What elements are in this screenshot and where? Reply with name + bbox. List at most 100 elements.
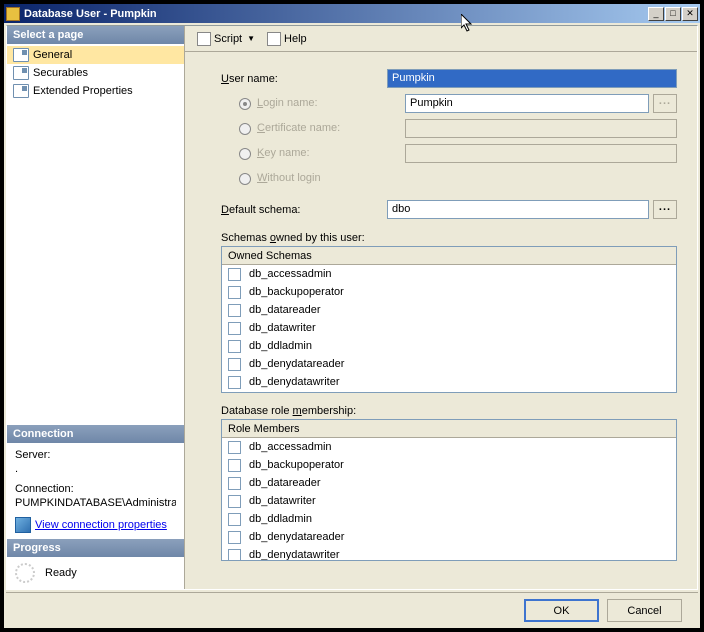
list-item-label: db_ddladmin xyxy=(249,513,312,525)
page-item-general[interactable]: General xyxy=(7,46,184,64)
checkbox[interactable] xyxy=(228,268,241,281)
key-radio xyxy=(239,148,251,160)
progress-header: Progress xyxy=(7,539,184,557)
checkbox[interactable] xyxy=(228,358,241,371)
dropdown-icon: ▼ xyxy=(247,34,255,43)
page-icon xyxy=(13,66,29,80)
help-button[interactable]: Help xyxy=(263,30,311,48)
role-members-header[interactable]: Role Members xyxy=(222,420,676,438)
help-icon xyxy=(267,32,281,46)
app-icon xyxy=(6,7,20,21)
certificate-radio xyxy=(239,123,251,135)
sidebar: Select a page General Securables Extende… xyxy=(7,26,185,589)
list-item-label: db_denydatawriter xyxy=(249,376,340,388)
list-item-label: db_datareader xyxy=(249,304,321,316)
dialog-footer: OK Cancel xyxy=(6,592,698,628)
checkbox[interactable] xyxy=(228,513,241,526)
list-item-label: db_accessadmin xyxy=(249,441,332,453)
checkbox[interactable] xyxy=(228,477,241,490)
certificate-name-field xyxy=(405,119,677,138)
select-page-header: Select a page xyxy=(7,26,184,44)
checkbox[interactable] xyxy=(228,495,241,508)
schemas-label: Schemas owned by this user: xyxy=(185,228,697,246)
list-item-label: db_denydatawriter xyxy=(249,549,340,560)
progress-spinner-icon xyxy=(15,563,35,583)
checkbox[interactable] xyxy=(228,340,241,353)
checkbox[interactable] xyxy=(228,286,241,299)
list-item[interactable]: db_datareader xyxy=(222,474,676,492)
roles-label: Database role membership: xyxy=(185,401,697,419)
list-item[interactable]: db_denydatareader xyxy=(222,528,676,546)
user-name-label: User name: xyxy=(221,73,387,85)
server-value: . xyxy=(15,463,176,475)
cancel-button[interactable]: Cancel xyxy=(607,599,682,622)
login-browse-button xyxy=(653,94,677,113)
without-login-label: Without login xyxy=(239,172,405,184)
list-item[interactable]: db_accessadmin xyxy=(222,265,676,283)
dialog-window: Database User - Pumpkin _ □ ✕ Select a p… xyxy=(3,3,701,629)
toolbar: Script ▼ Help xyxy=(185,26,697,52)
main-panel: Script ▼ Help User name: Pumpkin Login n… xyxy=(185,26,697,589)
script-button[interactable]: Script ▼ xyxy=(193,30,259,48)
page-label: Securables xyxy=(33,67,88,79)
connection-value: PUMPKINDATABASE\Administrat xyxy=(15,497,176,509)
list-item-label: db_datawriter xyxy=(249,495,316,507)
titlebar-text: Database User - Pumpkin xyxy=(24,8,648,20)
user-name-field[interactable]: Pumpkin xyxy=(387,69,677,88)
schema-browse-button[interactable] xyxy=(653,200,677,219)
list-item[interactable]: db_datareader xyxy=(222,301,676,319)
checkbox[interactable] xyxy=(228,322,241,335)
page-item-extended-properties[interactable]: Extended Properties xyxy=(7,82,184,100)
list-item[interactable]: db_datawriter xyxy=(222,492,676,510)
help-label: Help xyxy=(284,33,307,45)
login-name-label: Login name: xyxy=(239,97,405,109)
default-schema-field[interactable]: dbo xyxy=(387,200,649,219)
key-name-field xyxy=(405,144,677,163)
list-item[interactable]: db_denydatareader xyxy=(222,355,676,373)
list-item-label: db_denydatareader xyxy=(249,358,344,370)
connection-label: Connection: xyxy=(15,483,176,495)
server-label: Server: xyxy=(15,449,176,461)
certificate-name-label: Certificate name: xyxy=(239,122,405,134)
list-item[interactable]: db_accessadmin xyxy=(222,438,676,456)
page-item-securables[interactable]: Securables xyxy=(7,64,184,82)
login-name-radio xyxy=(239,98,251,110)
checkbox[interactable] xyxy=(228,304,241,317)
close-button[interactable]: ✕ xyxy=(682,7,698,21)
checkbox[interactable] xyxy=(228,549,241,561)
list-item[interactable]: db_datawriter xyxy=(222,319,676,337)
view-connection-link[interactable]: View connection properties xyxy=(35,519,167,531)
script-icon xyxy=(197,32,211,46)
maximize-button[interactable]: □ xyxy=(665,7,681,21)
connection-icon xyxy=(15,517,31,533)
list-item-label: db_datareader xyxy=(249,477,321,489)
list-item-label: db_backupoperator xyxy=(249,286,344,298)
list-item-label: db_ddladmin xyxy=(249,340,312,352)
owned-schemas-list[interactable]: Owned Schemas db_accessadmin db_backupope… xyxy=(221,246,677,393)
checkbox[interactable] xyxy=(228,441,241,454)
default-schema-label: Default schema: xyxy=(221,204,387,216)
checkbox[interactable] xyxy=(228,459,241,472)
list-item-label: db_denydatareader xyxy=(249,531,344,543)
key-name-label: Key name: xyxy=(239,147,405,159)
list-item[interactable]: db_backupoperator xyxy=(222,456,676,474)
owned-schemas-header[interactable]: Owned Schemas xyxy=(222,247,676,265)
list-item-label: db_datawriter xyxy=(249,322,316,334)
page-label: Extended Properties xyxy=(33,85,133,97)
checkbox[interactable] xyxy=(228,376,241,389)
login-name-field: Pumpkin xyxy=(405,94,649,113)
list-item[interactable]: db_backupoperator xyxy=(222,283,676,301)
list-item[interactable]: db_denydatawriter xyxy=(222,546,676,560)
titlebar[interactable]: Database User - Pumpkin _ □ ✕ xyxy=(4,4,700,23)
list-item[interactable]: db_denydatawriter xyxy=(222,373,676,391)
list-item-label: db_accessadmin xyxy=(249,268,332,280)
connection-header: Connection xyxy=(7,425,184,443)
checkbox[interactable] xyxy=(228,531,241,544)
list-item[interactable]: db_ddladmin xyxy=(222,337,676,355)
list-item[interactable]: db_ddladmin xyxy=(222,510,676,528)
page-label: General xyxy=(33,49,72,61)
ok-button[interactable]: OK xyxy=(524,599,599,622)
minimize-button[interactable]: _ xyxy=(648,7,664,21)
list-item-label: db_backupoperator xyxy=(249,459,344,471)
role-members-list[interactable]: Role Members db_accessadmin db_backupoper… xyxy=(221,419,677,561)
